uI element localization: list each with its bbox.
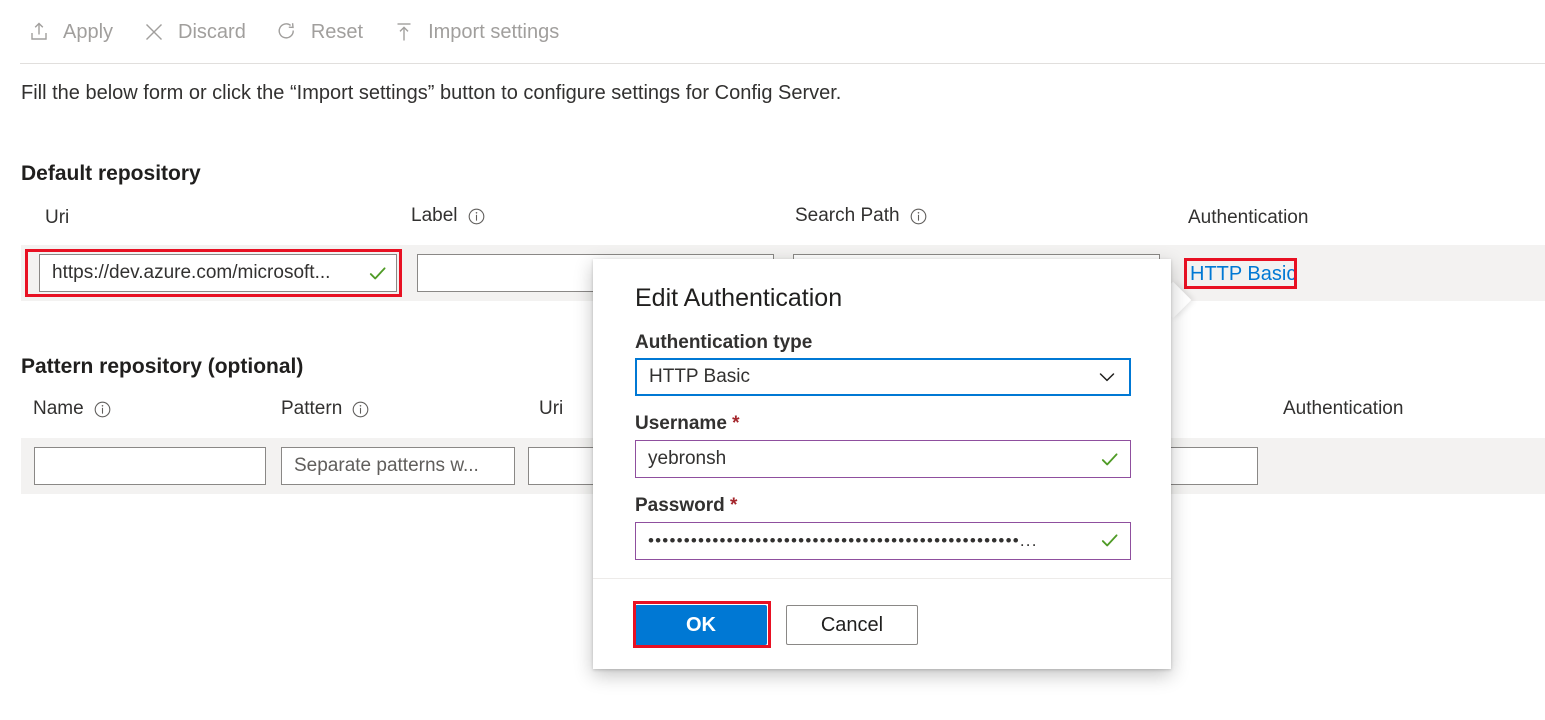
info-icon[interactable]	[93, 400, 112, 419]
info-icon[interactable]	[351, 400, 370, 419]
dialog-body: Edit Authentication Authentication type …	[593, 259, 1171, 576]
edit-authentication-dialog: Edit Authentication Authentication type …	[593, 259, 1171, 669]
column-header-uri: Uri	[45, 207, 69, 229]
valid-check-icon	[1099, 449, 1120, 470]
dialog-title: Edit Authentication	[635, 284, 843, 312]
default-uri-input[interactable]: https://dev.azure.com/microsoft...	[39, 254, 397, 292]
cancel-button[interactable]: Cancel	[786, 605, 918, 645]
info-icon[interactable]	[909, 207, 928, 226]
column-header-label-text: Label	[411, 205, 458, 226]
apply-button[interactable]: Apply	[22, 10, 127, 54]
username-label: Username *	[635, 412, 1131, 436]
import-settings-button[interactable]: Import settings	[387, 10, 573, 54]
column-header-pattern-authentication-text: Authentication	[1283, 398, 1404, 419]
column-header-label: Label	[411, 205, 486, 227]
pattern-pattern-input[interactable]: Separate patterns w...	[281, 447, 515, 485]
pattern-name-input[interactable]	[34, 447, 266, 485]
reset-button[interactable]: Reset	[270, 10, 377, 54]
column-header-authentication-label: Authentication	[1188, 207, 1309, 228]
password-label-text: Password	[635, 495, 725, 516]
username-value: yebronsh	[648, 448, 727, 469]
column-header-pattern-uri-text: Uri	[539, 398, 564, 419]
column-header-uri-label: Uri	[45, 207, 70, 228]
valid-check-icon	[1099, 530, 1120, 551]
default-uri-value: https://dev.azure.com/microsoft...	[52, 262, 331, 283]
column-header-pattern-text: Pattern	[281, 398, 343, 419]
info-icon[interactable]	[467, 207, 486, 226]
pattern-repository-title: Pattern repository (optional)	[21, 355, 304, 378]
authentication-type-value: HTTP Basic	[649, 366, 751, 388]
discard-button[interactable]: Discard	[137, 10, 260, 54]
column-header-name-text: Name	[33, 398, 84, 419]
default-repository-title: Default repository	[21, 162, 201, 185]
column-header-pattern-authentication: Authentication	[1283, 398, 1403, 420]
ok-button[interactable]: OK	[635, 605, 767, 645]
column-header-name: Name	[33, 398, 112, 420]
password-input[interactable]: ••••••••••••••••••••••••••••••••••••••••…	[635, 521, 1131, 560]
valid-check-icon	[367, 263, 388, 284]
password-required-star: *	[730, 495, 738, 516]
default-authentication-link[interactable]: HTTP Basic	[1190, 263, 1296, 286]
password-value: ••••••••••••••••••••••••••••••••••••••••…	[648, 530, 1038, 550]
password-label: Password *	[635, 494, 1131, 518]
command-bar: Apply Discard Reset Import settings	[0, 0, 1545, 64]
authentication-type-label: Authentication type	[635, 331, 813, 353]
username-label-text: Username	[635, 413, 727, 435]
column-header-search-path-text: Search Path	[795, 205, 900, 226]
username-required-star: *	[732, 413, 740, 435]
import-upload-icon	[391, 19, 417, 45]
discard-label: Discard	[178, 21, 246, 43]
import-settings-label: Import settings	[428, 21, 560, 43]
apply-upload-icon	[26, 19, 52, 45]
page-description: Fill the below form or click the “Import…	[21, 82, 842, 104]
column-header-search-path: Search Path	[795, 205, 928, 227]
column-header-pattern-uri: Uri	[539, 398, 563, 420]
column-header-pattern: Pattern	[281, 398, 370, 420]
reset-label: Reset	[310, 21, 364, 43]
username-input[interactable]: yebronsh	[635, 440, 1131, 478]
command-bar-divider	[20, 63, 1545, 64]
discard-x-icon	[141, 19, 167, 45]
reset-refresh-icon	[274, 19, 300, 45]
apply-label: Apply	[63, 21, 114, 43]
chevron-down-icon	[1095, 365, 1119, 389]
column-header-authentication: Authentication	[1188, 207, 1308, 229]
dialog-footer: OK Cancel	[593, 579, 1171, 645]
authentication-type-dropdown[interactable]: HTTP Basic	[635, 358, 1131, 397]
pattern-pattern-placeholder: Separate patterns w...	[294, 455, 479, 476]
